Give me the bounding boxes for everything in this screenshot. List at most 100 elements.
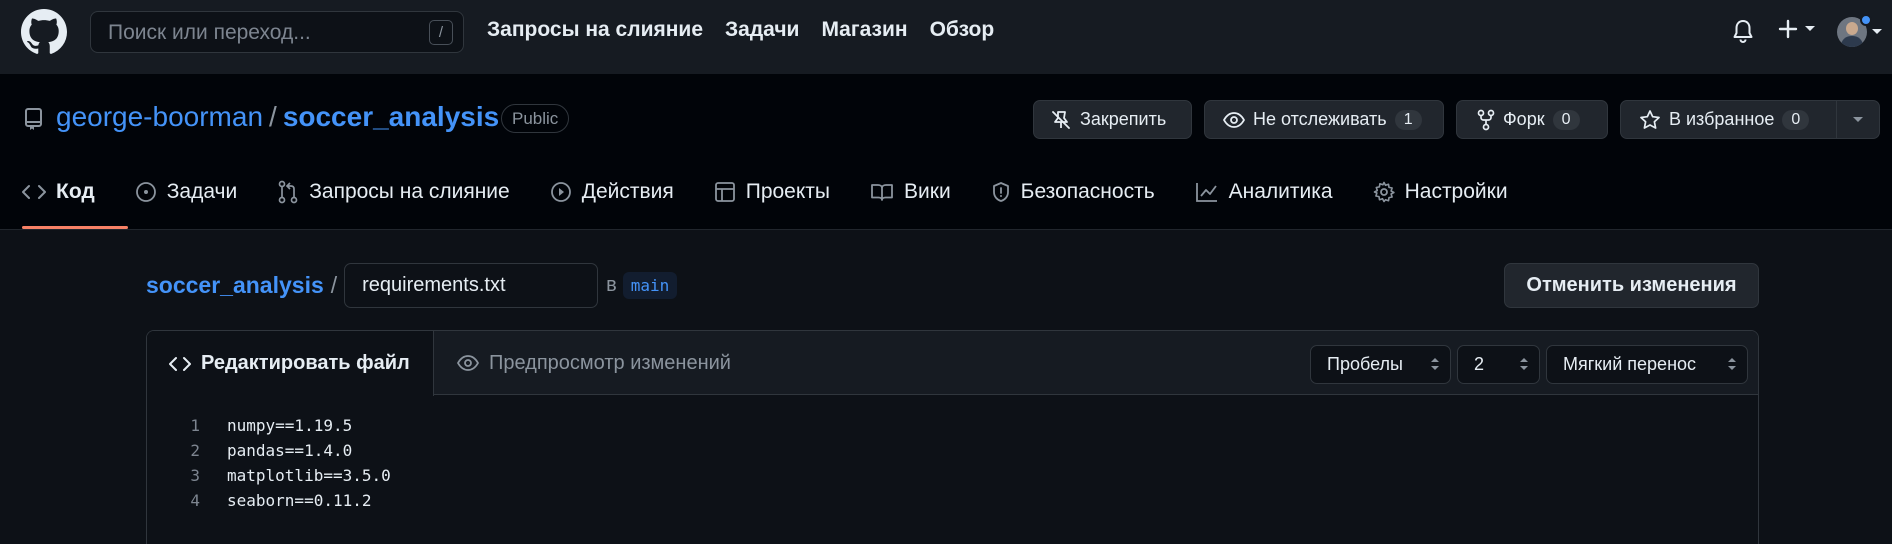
github-logo-icon[interactable] [21, 9, 67, 55]
repo-header: george-boorman / soccer_analysis Public … [0, 74, 1892, 230]
search-placeholder: Поиск или переход... [108, 21, 311, 44]
gear-icon [1373, 181, 1395, 203]
select-arrows-icon [1520, 358, 1528, 370]
tab-wiki[interactable]: Вики [870, 172, 951, 212]
create-new-button[interactable] [1778, 19, 1816, 39]
table-icon [714, 182, 735, 202]
global-nav: Запросы на слияние Задачи Магазин Обзор [487, 18, 994, 42]
issue-icon [135, 182, 156, 202]
bell-icon[interactable] [1731, 18, 1755, 44]
repo-icon [24, 107, 44, 131]
tab-label: Аналитика [1228, 180, 1333, 203]
tab-insights[interactable]: Аналитика [1195, 172, 1333, 212]
line-number: 4 [190, 491, 200, 510]
repo-tabs: Код Задачи Запросы на слияние Действия П… [22, 172, 1548, 230]
pin-label: Закрепить [1080, 109, 1167, 129]
caret-down-icon [1872, 29, 1882, 34]
indent-mode-select[interactable]: Пробелы [1310, 345, 1451, 384]
eye-icon [1223, 111, 1245, 128]
graph-icon [1195, 183, 1217, 202]
star-button[interactable]: В избранное 0 [1620, 100, 1837, 139]
star-icon [1640, 109, 1660, 129]
file-editor: Редактировать файл Предпросмотр изменени… [146, 330, 1759, 544]
wrap-mode-select[interactable]: Мягкий перенос [1546, 345, 1748, 384]
tab-label: Действия [581, 180, 674, 203]
branch-label: main [622, 272, 678, 299]
code-icon [169, 356, 191, 371]
repo-name-link[interactable]: soccer_analysis [283, 101, 499, 133]
active-tab-underline [22, 226, 128, 229]
watch-count: 1 [1394, 109, 1422, 130]
indent-size-value: 2 [1474, 354, 1485, 374]
pin-button[interactable]: Закрепить [1033, 100, 1192, 139]
tab-label: Проекты [745, 180, 831, 203]
line-number: 2 [190, 441, 200, 460]
tab-label: Вики [904, 180, 951, 203]
tab-code[interactable]: Код [22, 172, 95, 212]
eye-icon [457, 355, 479, 371]
line-content: matplotlib==3.5.0 [227, 466, 391, 485]
tab-settings[interactable]: Настройки [1373, 172, 1508, 212]
repo-title-separator: / [269, 101, 277, 132]
line-content: numpy==1.19.5 [227, 416, 353, 435]
code-line: 1 numpy==1.19.5 [147, 413, 391, 438]
line-number: 1 [190, 416, 200, 435]
global-header: Поиск или переход... / Запросы на слияни… [0, 0, 1892, 74]
tab-label: Запросы на слияние [309, 180, 510, 203]
code-line: 3 matplotlib==3.5.0 [147, 463, 391, 488]
nav-explore[interactable]: Обзор [930, 18, 995, 42]
fork-button[interactable]: Форк 0 [1456, 100, 1608, 139]
tab-label: Предпросмотр изменений [489, 351, 731, 374]
notification-dot [1860, 14, 1872, 26]
unwatch-label: Не отслеживать [1253, 109, 1387, 129]
star-label: В избранное [1669, 109, 1775, 129]
tab-edit-file[interactable]: Редактировать файл [147, 331, 434, 396]
breadcrumb-repo-link[interactable]: soccer_analysis [146, 272, 324, 299]
select-arrows-icon [1728, 358, 1736, 370]
book-icon [871, 184, 893, 201]
tab-label: Безопасность [1020, 180, 1155, 203]
search-input[interactable]: Поиск или переход... / [90, 11, 464, 53]
nav-issues[interactable]: Задачи [725, 18, 799, 42]
pin-slash-icon [1052, 110, 1070, 129]
fork-icon [1477, 109, 1495, 130]
line-content: pandas==1.4.0 [227, 441, 353, 460]
caret-down-icon [1853, 116, 1863, 122]
repo-title: george-boorman / soccer_analysis [56, 101, 499, 133]
cancel-changes-button[interactable]: Отменить изменения [1504, 263, 1759, 308]
indent-mode-value: Пробелы [1327, 354, 1403, 374]
breadcrumb: soccer_analysis / requirements.txt в mai… [146, 263, 678, 308]
in-branch-label: в [606, 274, 617, 296]
tab-label: Код [56, 180, 95, 203]
nav-pull-requests[interactable]: Запросы на слияние [487, 18, 703, 42]
indent-size-select[interactable]: 2 [1457, 345, 1540, 384]
unwatch-button[interactable]: Не отслеживать 1 [1204, 100, 1444, 139]
editor-toolbar: Редактировать файл Предпросмотр изменени… [147, 331, 1758, 396]
star-list-dropdown[interactable] [1836, 100, 1880, 139]
tab-pull-requests[interactable]: Запросы на слияние [277, 172, 510, 212]
code-line: 2 pandas==1.4.0 [147, 438, 391, 463]
wrap-mode-value: Мягкий перенос [1563, 354, 1697, 374]
tab-preview-changes[interactable]: Предпросмотр изменений [457, 331, 731, 395]
code-line: 4 seaborn==0.11.2 [147, 488, 391, 513]
tab-projects[interactable]: Проекты [714, 172, 830, 212]
code-area[interactable]: 1 numpy==1.19.5 2 pandas==1.4.0 3 matplotli… [147, 413, 391, 513]
visibility-badge: Public [501, 104, 570, 133]
repo-owner-link[interactable]: george-boorman [56, 101, 263, 133]
tab-label: Редактировать файл [201, 352, 410, 374]
tab-issues[interactable]: Задачи [135, 172, 238, 212]
line-number: 3 [190, 466, 200, 485]
tab-actions[interactable]: Действия [550, 172, 674, 212]
tab-label: Задачи [166, 180, 238, 203]
filename-input[interactable]: requirements.txt [344, 263, 599, 308]
star-count: 0 [1782, 109, 1810, 130]
pull-request-icon [278, 180, 298, 204]
fork-label: Форк [1503, 109, 1545, 129]
code-icon [22, 185, 46, 199]
fork-count: 0 [1552, 109, 1580, 130]
nav-marketplace[interactable]: Магазин [821, 18, 907, 42]
tab-label: Настройки [1404, 180, 1508, 203]
tab-security[interactable]: Безопасность [991, 172, 1155, 212]
caret-down-icon [1805, 26, 1815, 31]
shield-icon [992, 182, 1009, 202]
